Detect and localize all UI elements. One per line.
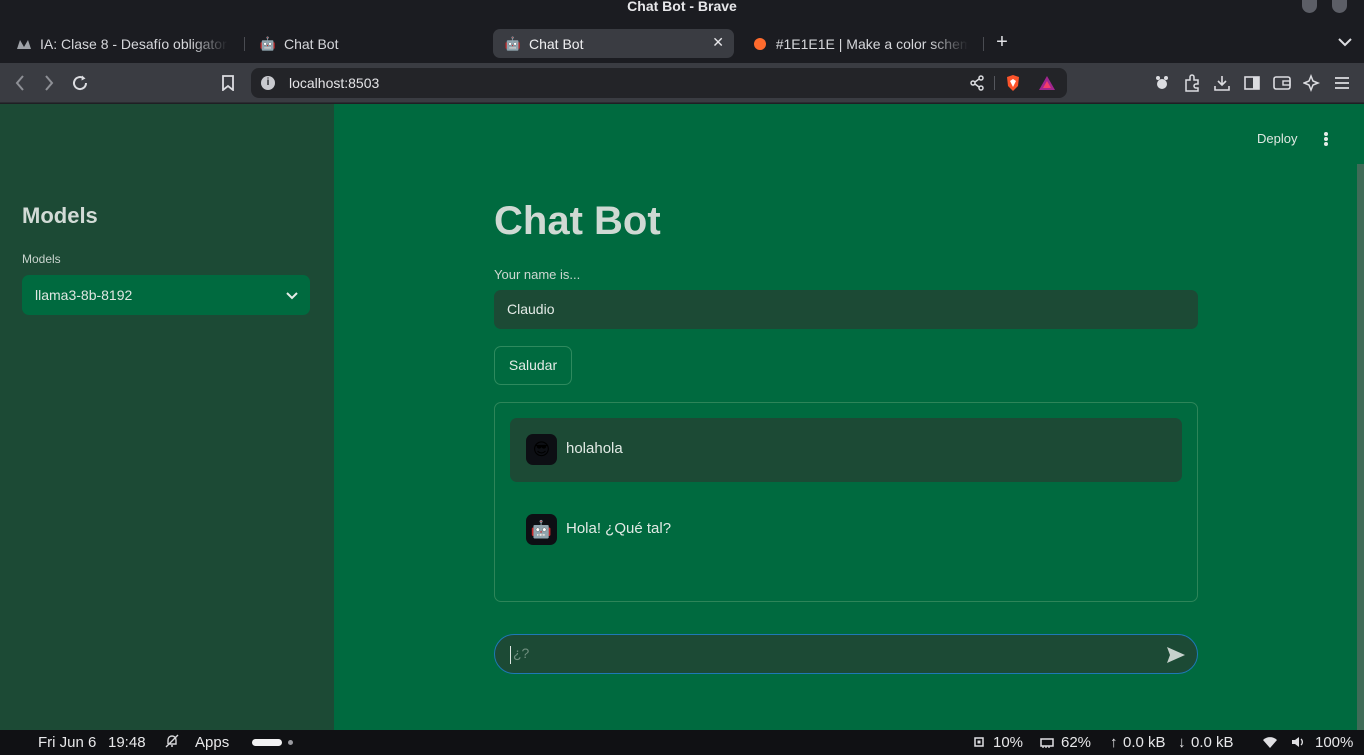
system-taskbar: Fri Jun 6 19:48 Apps 10% 62% ↑ 0.0 kB ↓ … bbox=[0, 730, 1364, 755]
window-title: Chat Bot - Brave bbox=[627, 0, 737, 14]
download-arrow-icon: ↓ bbox=[1178, 734, 1186, 751]
robot-icon: 🤖 bbox=[259, 35, 277, 51]
tab-label: Chat Bot bbox=[284, 35, 339, 52]
upload-arrow-icon: ↑ bbox=[1110, 734, 1118, 751]
site-info-icon[interactable]: i bbox=[261, 76, 275, 90]
reload-icon[interactable] bbox=[69, 72, 91, 94]
menu-icon[interactable] bbox=[1331, 72, 1353, 94]
tab-list-chevron-icon[interactable] bbox=[1334, 31, 1356, 53]
download-icon[interactable] bbox=[1211, 72, 1233, 94]
upload-rate: 0.0 kB bbox=[1123, 734, 1166, 751]
model-select-value: llama3-8b-8192 bbox=[35, 287, 133, 303]
volume-icon[interactable] bbox=[1291, 735, 1305, 753]
bookmark-icon[interactable] bbox=[217, 72, 239, 94]
download-rate: 0.0 kB bbox=[1191, 734, 1234, 751]
assistant-message: 🤖 Hola! ¿Qué tal? bbox=[510, 498, 1182, 562]
brave-shields-icon[interactable] bbox=[1002, 72, 1024, 94]
memory-icon bbox=[1040, 736, 1054, 753]
notifications-off-icon[interactable] bbox=[165, 734, 179, 752]
tab-chat-bot[interactable]: 🤖 Chat Bot bbox=[248, 29, 484, 58]
chat-input[interactable]: ¿? bbox=[494, 634, 1198, 674]
workspace-indicator-active[interactable] bbox=[252, 739, 282, 746]
minimize-button[interactable] bbox=[1302, 0, 1317, 13]
sidebar-title: Models bbox=[22, 203, 98, 228]
url-text: localhost:8503 bbox=[289, 75, 380, 91]
user-message: 😎 holahola bbox=[510, 418, 1182, 482]
robot-icon: 🤖 bbox=[504, 35, 522, 51]
cpu-usage: 10% bbox=[993, 734, 1024, 751]
chevron-down-icon bbox=[286, 275, 298, 315]
date-label[interactable]: Fri Jun 6 bbox=[38, 734, 96, 751]
cpu-icon bbox=[972, 735, 986, 753]
message-text: Hola! ¿Qué tal? bbox=[566, 520, 672, 537]
main-menu-icon[interactable] bbox=[1318, 130, 1334, 148]
tab-chat-bot-active[interactable]: 🤖 Chat Bot ✕ bbox=[493, 29, 734, 58]
sidebar: Models Models llama3-8b-8192 bbox=[0, 104, 334, 730]
forward-icon[interactable] bbox=[38, 72, 60, 94]
wifi-icon[interactable] bbox=[1262, 736, 1278, 753]
wallet-icon[interactable] bbox=[1271, 72, 1293, 94]
page-title: Chat Bot bbox=[494, 199, 661, 243]
tab-label: IA: Clase 8 - Desafío obligatorio bbox=[40, 35, 228, 52]
share-icon[interactable] bbox=[966, 72, 988, 94]
tab-label: #1E1E1E | Make a color scheme bbox=[775, 35, 968, 52]
back-icon[interactable] bbox=[9, 72, 31, 94]
close-window-button[interactable] bbox=[1332, 0, 1347, 13]
coolors-icon bbox=[752, 36, 768, 52]
name-field[interactable]: Claudio bbox=[494, 290, 1198, 329]
scrollbar[interactable] bbox=[1357, 164, 1364, 730]
brave-news-icon[interactable] bbox=[1151, 72, 1173, 94]
volume-level: 100% bbox=[1315, 734, 1354, 751]
tab-label: Chat Bot bbox=[529, 35, 584, 52]
memory-usage: 62% bbox=[1061, 734, 1092, 751]
brave-rewards-icon[interactable] bbox=[1036, 72, 1058, 94]
address-bar[interactable]: i localhost:8503 bbox=[251, 68, 1067, 98]
tab-separator bbox=[983, 37, 984, 51]
close-tab-icon[interactable]: ✕ bbox=[712, 34, 724, 51]
greet-button[interactable]: Saludar bbox=[494, 346, 572, 385]
tab-color-scheme[interactable]: #1E1E1E | Make a color scheme bbox=[740, 29, 980, 58]
robot-avatar-icon: 🤖 bbox=[526, 514, 557, 545]
tab-strip: IA: Clase 8 - Desafío obligatorio 🤖 Chat… bbox=[0, 22, 1364, 63]
chat-input-placeholder: ¿? bbox=[513, 645, 530, 661]
text-caret bbox=[510, 646, 511, 664]
streamlit-app: Models Models llama3-8b-8192 Deploy Chat… bbox=[0, 104, 1364, 730]
user-avatar-icon: 😎 bbox=[526, 434, 557, 465]
send-icon[interactable] bbox=[1165, 644, 1187, 666]
github-icon bbox=[16, 36, 32, 52]
chat-history: 😎 holahola 🤖 Hola! ¿Qué tal? bbox=[494, 402, 1198, 602]
name-field-label: Your name is... bbox=[494, 267, 581, 282]
extensions-icon[interactable] bbox=[1181, 72, 1203, 94]
tab-ia-clase-8[interactable]: IA: Clase 8 - Desafío obligatorio bbox=[4, 29, 240, 58]
urlbar-divider bbox=[994, 76, 995, 90]
window-titlebar: Chat Bot - Brave bbox=[0, 0, 1364, 22]
time-label[interactable]: 19:48 bbox=[108, 734, 146, 751]
browser-toolbar: i localhost:8503 bbox=[0, 63, 1364, 103]
sidebar-toggle-icon[interactable] bbox=[1241, 72, 1263, 94]
model-select-label: Models bbox=[22, 252, 61, 266]
deploy-button[interactable]: Deploy bbox=[1257, 131, 1297, 146]
model-select[interactable]: llama3-8b-8192 bbox=[22, 275, 310, 315]
apps-button[interactable]: Apps bbox=[195, 734, 229, 751]
workspace-indicator[interactable] bbox=[288, 740, 293, 745]
new-tab-icon[interactable]: + bbox=[991, 31, 1013, 53]
message-text: holahola bbox=[566, 440, 623, 457]
leo-ai-icon[interactable] bbox=[1301, 72, 1323, 94]
tab-separator bbox=[244, 37, 245, 51]
